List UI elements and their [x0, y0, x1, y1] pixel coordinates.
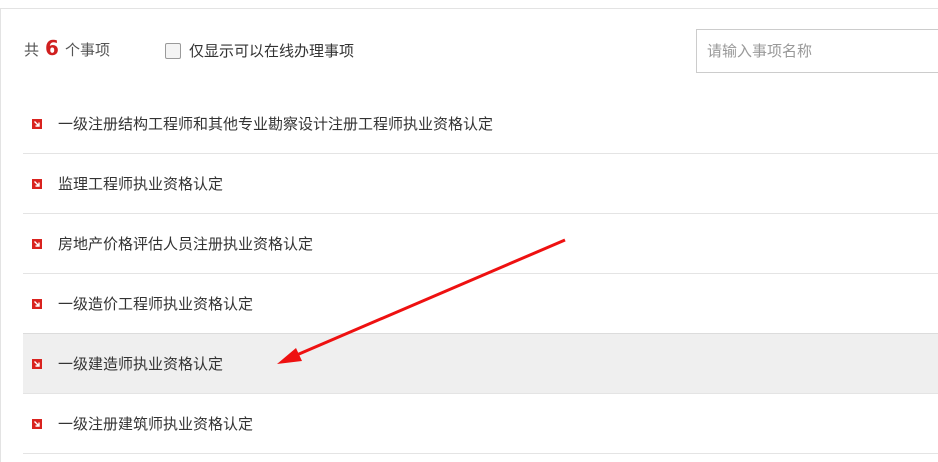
red-arrow-square-icon — [32, 418, 42, 429]
list-item-label: 一级造价工程师执业资格认定 — [58, 295, 254, 313]
count-prefix: 共 — [24, 41, 40, 59]
list-item-label: 一级建造师执业资格认定 — [58, 355, 224, 373]
red-arrow-square-icon — [32, 178, 42, 189]
list-item-label: 房地产价格评估人员注册执业资格认定 — [58, 235, 314, 253]
search-input[interactable] — [696, 29, 938, 73]
checkbox-icon[interactable] — [165, 42, 181, 59]
red-arrow-square-icon — [32, 358, 42, 369]
list-item-label: 一级注册结构工程师和其他专业勘察设计注册工程师执业资格认定 — [58, 115, 494, 133]
red-arrow-square-icon — [32, 118, 42, 129]
matter-count: 共 6 个事项 — [24, 36, 110, 60]
list-item-label: 监理工程师执业资格认定 — [58, 175, 224, 193]
matter-list: 一级注册结构工程师和其他专业勘察设计注册工程师执业资格认定 监理工程师执业资格认… — [23, 94, 938, 454]
count-value: 6 — [45, 36, 59, 60]
red-arrow-square-icon — [32, 238, 42, 249]
list-item-highlighted[interactable]: 一级建造师执业资格认定 — [23, 333, 938, 394]
page: 共 6 个事项 仅显示可以在线办理事项 一级注册结构工程师和其他专业勘察设计注册… — [0, 0, 938, 462]
online-only-filter[interactable]: 仅显示可以在线办理事项 — [165, 40, 354, 61]
list-item[interactable]: 一级注册结构工程师和其他专业勘察设计注册工程师执业资格认定 — [23, 94, 938, 154]
list-item[interactable]: 房地产价格评估人员注册执业资格认定 — [23, 214, 938, 274]
list-item[interactable]: 监理工程师执业资格认定 — [23, 154, 938, 214]
filter-label: 仅显示可以在线办理事项 — [189, 42, 355, 60]
list-item-label: 一级注册建筑师执业资格认定 — [58, 415, 254, 433]
list-item[interactable]: 一级注册建筑师执业资格认定 — [23, 394, 938, 454]
count-suffix: 个事项 — [64, 41, 110, 59]
red-arrow-square-icon — [32, 298, 42, 309]
list-item[interactable]: 一级造价工程师执业资格认定 — [23, 274, 938, 334]
